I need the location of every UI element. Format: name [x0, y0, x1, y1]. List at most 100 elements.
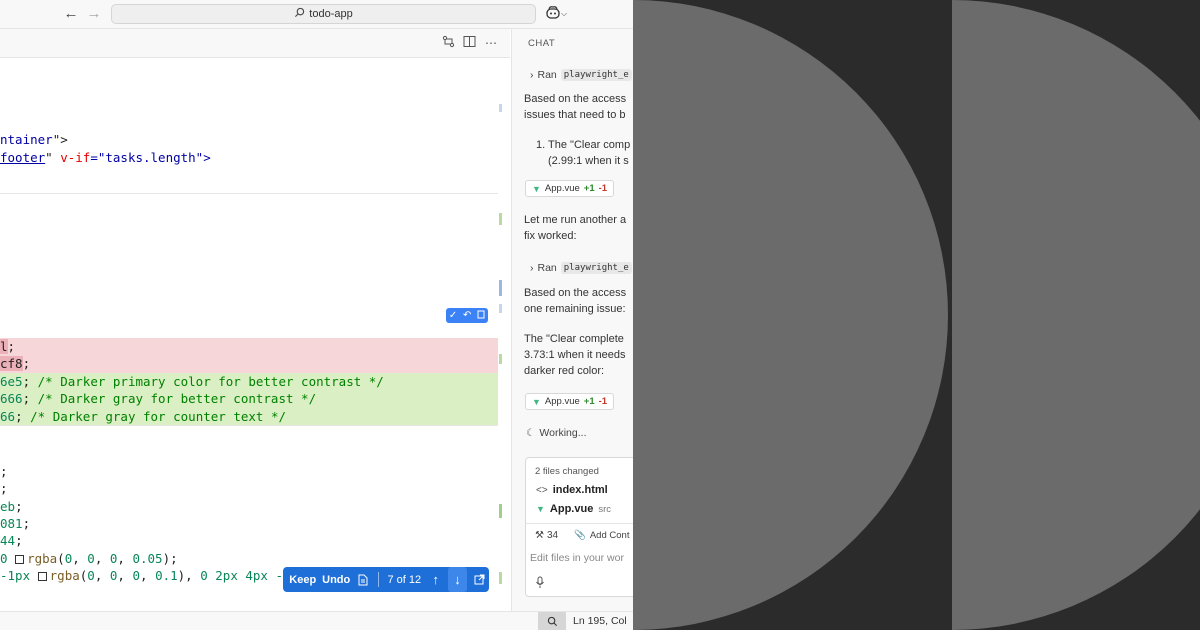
arrow-left-icon[interactable]: ← — [62, 5, 80, 23]
code-token: ; — [22, 356, 31, 371]
file-directory: src — [598, 503, 611, 515]
arrow-up-icon[interactable]: ↑ — [426, 567, 446, 592]
code-token: ; — [15, 409, 31, 424]
code-token: eb — [0, 499, 16, 514]
edited-file-chip[interactable]: ▼ App.vue +1 -1 — [525, 393, 615, 410]
code-token: ), — [177, 568, 201, 583]
files-changed-summary[interactable]: 2 files changed — [535, 466, 599, 477]
code-line: ; — [0, 463, 498, 481]
lines-added: +1 — [583, 183, 595, 194]
message-line: 3.73:1 when it needs — [524, 349, 626, 361]
code-token: rgba — [27, 551, 58, 566]
code-token: ; — [0, 464, 8, 479]
more-actions-icon[interactable]: ⋯ — [483, 35, 499, 51]
workspace-name: todo-app — [309, 8, 353, 20]
add-context-button[interactable]: 📎 Add Cont — [574, 530, 629, 541]
chat-list-item: 1. The "Clear comp (2.99:1 when it s — [536, 137, 633, 169]
code-line: 081; — [0, 515, 498, 533]
code-token: ; — [7, 339, 16, 354]
arrow-right-icon[interactable]: → — [85, 5, 103, 23]
compare-changes-icon[interactable] — [440, 35, 456, 51]
status-bar: Ln 195, Col — [0, 611, 633, 630]
code-token: 0 — [132, 568, 140, 583]
editor-tab-bar: ⋯ — [0, 29, 510, 58]
undo-button[interactable]: Undo — [320, 567, 352, 592]
accept-check-icon[interactable]: ✓ — [449, 310, 457, 321]
added-code-line: 666; /* Darker gray for better contrast … — [0, 390, 498, 408]
code-token: , — [117, 568, 133, 583]
message-line: 1. The "Clear comp — [536, 139, 631, 151]
deleted-code-line: cf8; — [0, 355, 498, 373]
change-counter: 7 of 12 — [387, 573, 422, 586]
tools-button[interactable]: ⚒ 34 — [535, 530, 558, 541]
working-status: ☾ Working... — [526, 427, 587, 439]
tool-run-item[interactable]: › Ran playwright_e — [530, 262, 632, 274]
code-token: /* Darker primary color for better contr… — [37, 374, 384, 389]
tool-name: playwright_e — [560, 262, 632, 274]
file-name: App.vue — [544, 183, 580, 194]
scroll-marker — [499, 354, 502, 364]
edited-file-chip[interactable]: ▼ App.vue +1 -1 — [525, 180, 615, 197]
code-token: ="tasks.length"> — [90, 150, 211, 165]
chat-title: CHAT — [528, 38, 556, 49]
message-line: Based on the access — [524, 93, 627, 105]
scroll-marker — [499, 504, 502, 518]
lines-added: +1 — [583, 396, 595, 407]
zoom-icon[interactable] — [538, 612, 566, 630]
command-center-search[interactable]: todo-app — [111, 4, 536, 24]
title-bar: ← → todo-app ⌵ — [0, 0, 633, 29]
code-token: /* Darker gray for counter text */ — [30, 409, 286, 424]
lines-removed: -1 — [598, 396, 608, 407]
ran-label: Ran — [537, 69, 557, 81]
message-line: fix worked: — [524, 230, 577, 242]
scroll-marker — [499, 104, 502, 112]
arrow-down-icon[interactable]: ↓ — [447, 567, 468, 592]
undo-icon[interactable]: ↶ — [463, 310, 471, 321]
spinner-icon: ☾ — [526, 427, 536, 439]
open-file-icon[interactable] — [469, 567, 489, 592]
changed-file-row[interactable]: ▼ App.vue src — [536, 503, 611, 515]
scroll-marker — [499, 572, 502, 584]
chat-input[interactable]: Edit files in your wor — [530, 552, 624, 564]
chevron-down-icon: ⌵ — [561, 9, 568, 18]
keep-button[interactable]: Keep — [285, 567, 320, 592]
vue-file-icon: ▼ — [536, 504, 545, 514]
deleted-code-line: l; — [0, 338, 498, 356]
copilot-menu-button[interactable]: ⌵ — [546, 5, 574, 23]
code-token: ; — [22, 374, 38, 389]
add-context-label: Add Cont — [589, 530, 630, 541]
vscode-window: ← → todo-app ⌵ ⋯ ntainer"> footer" v-if=… — [0, 0, 633, 630]
code-token: 0.05 — [132, 551, 163, 566]
chat-message: The "Clear complete 3.73:1 when it needs… — [524, 331, 633, 379]
message-line: darker red color: — [524, 365, 605, 377]
code-token: 0 — [87, 551, 95, 566]
paperclip-icon: 📎 — [574, 530, 586, 541]
microphone-icon[interactable] — [535, 576, 545, 594]
hunk-separator — [0, 425, 498, 426]
code-token: ; — [0, 481, 8, 496]
copy-icon[interactable] — [477, 310, 485, 322]
code-line: 44; — [0, 532, 498, 550]
message-line: (2.99:1 when it s — [548, 155, 629, 167]
tool-run-item[interactable]: › Ran playwright_e — [530, 69, 632, 81]
code-line: eb; — [0, 498, 498, 516]
code-token: ; — [22, 516, 31, 531]
changed-file-row[interactable]: <> index.html — [536, 484, 608, 496]
file-diff-icon[interactable] — [352, 567, 374, 592]
toolbar-divider — [377, 572, 379, 587]
chat-panel: CHAT › Ran playwright_e Based on the acc… — [511, 29, 633, 611]
cursor-position[interactable]: Ln 195, Col — [573, 615, 627, 627]
code-file-icon: <> — [536, 484, 548, 496]
code-token: footer — [0, 150, 46, 165]
changed-file-name: index.html — [552, 484, 608, 496]
scroll-marker — [499, 280, 502, 296]
scroll-marker — [499, 213, 502, 225]
decorative-panel — [633, 0, 948, 630]
code-token: ; — [22, 391, 38, 406]
code-line: ntainer"> — [0, 131, 498, 149]
code-token: 0 — [0, 551, 16, 566]
split-editor-icon[interactable] — [461, 35, 477, 51]
diff-review-toolbar: Keep Undo 7 of 12 ↑ ↓ — [283, 567, 489, 592]
code-area[interactable]: ntainer"> footer" v-if="tasks.length"> l; c… — [0, 58, 502, 611]
code-token: , — [94, 551, 110, 566]
